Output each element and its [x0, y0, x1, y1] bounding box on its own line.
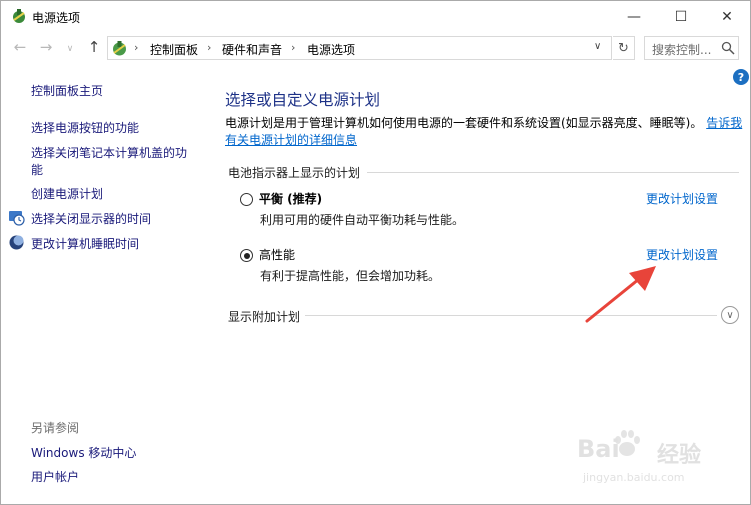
additional-plans-heading[interactable]: 显示附加计划 — [228, 308, 300, 325]
see-also-heading: 另请参阅 — [31, 421, 80, 435]
forward-button[interactable]: → — [37, 38, 55, 56]
sidebar-item-control-panel-home[interactable]: 控制面板主页 — [31, 82, 103, 99]
search-box[interactable]: 搜索控制... — [644, 36, 739, 60]
breadcrumb-hardware-sound[interactable]: 硬件和声音 — [222, 41, 282, 58]
section-divider — [367, 172, 739, 173]
arrow-left-icon: ← — [13, 38, 27, 56]
minimize-button[interactable]: — — [611, 1, 657, 32]
sidebar-item-lid-close[interactable]: 选择关闭笔记本计算机盖的功 — [31, 144, 187, 161]
plan-balanced-name[interactable]: 平衡 (推荐) — [259, 190, 322, 207]
expand-additional-plans-button[interactable]: ∨ — [721, 306, 739, 324]
refresh-button[interactable]: ↻ — [613, 36, 635, 60]
breadcrumb-power-options[interactable]: 电源选项 — [307, 41, 355, 58]
control-panel-icon — [113, 41, 126, 56]
annotation-arrow-icon — [585, 266, 656, 323]
tell-me-link[interactable]: 告诉我 — [706, 116, 742, 130]
window-title: 电源选项 — [32, 11, 81, 25]
sidebar-item-sleep-time[interactable]: 更改计算机睡眠时间 — [31, 235, 139, 252]
maximize-button[interactable]: ☐ — [658, 1, 704, 32]
plan-balanced-change-settings-link[interactable]: 更改计划设置 — [646, 190, 718, 207]
page-title: 选择或自定义电源计划 — [225, 91, 381, 109]
address-dropdown-icon[interactable]: ∨ — [594, 41, 601, 52]
watermark-brand: Bai — [577, 435, 620, 463]
breadcrumb-separator: › — [134, 41, 139, 54]
watermark-url: jingyan.baidu.com — [583, 471, 685, 484]
search-icon — [721, 41, 735, 55]
description-text: 电源计划是用于管理计算机如何使用电源的一套硬件和系统设置(如显示器亮度、睡眠等)… — [225, 116, 703, 130]
plan-balanced-description: 利用可用的硬件自动平衡功耗与性能。 — [260, 213, 465, 227]
sidebar-item-create-plan[interactable]: 创建电源计划 — [31, 185, 103, 202]
page-description: 电源计划是用于管理计算机如何使用电源的一套硬件和系统设置(如显示器亮度、睡眠等)… — [225, 115, 742, 131]
see-also-user-accounts[interactable]: 用户帐户 — [31, 468, 79, 485]
breadcrumb-control-panel[interactable]: 控制面板 — [150, 41, 198, 58]
sidebar-item-power-buttons[interactable]: 选择电源按钮的功能 — [31, 119, 139, 136]
power-options-icon — [13, 9, 25, 23]
watermark-brand-2: 经验 — [657, 443, 702, 468]
baidu-watermark: Bai 经验 jingyan.baidu.com — [573, 423, 743, 493]
refresh-icon: ↻ — [618, 40, 629, 56]
power-plan-details-link[interactable]: 有关电源计划的详细信息 — [225, 131, 357, 148]
breadcrumb-separator[interactable]: › — [291, 41, 295, 54]
plan-high-performance-description: 有利于提高性能，但会增加功耗。 — [260, 269, 441, 283]
sidebar-item-lid-close-cont[interactable]: 能 — [31, 161, 43, 178]
recent-locations-button[interactable]: ∨ — [61, 40, 79, 58]
power-options-window: 电源选项 — ☐ ✕ ← → ∨ ↑ › 控制面板 › 硬件和声音 › 电源选项… — [0, 0, 751, 505]
plan-balanced-radio[interactable] — [240, 193, 253, 206]
plan-high-performance-radio[interactable] — [240, 249, 253, 262]
back-button[interactable]: ← — [11, 38, 29, 56]
sidebar-item-display-off[interactable]: 选择关闭显示器的时间 — [31, 210, 151, 227]
help-button[interactable]: ? — [733, 69, 749, 85]
battery-plans-heading: 电池指示器上显示的计划 — [228, 166, 361, 180]
up-button[interactable]: ↑ — [85, 38, 103, 56]
title-bar: 电源选项 — ☐ ✕ — [1, 1, 750, 32]
chevron-down-icon: ∨ — [726, 309, 734, 321]
plan-high-performance-change-settings-link[interactable]: 更改计划设置 — [646, 246, 718, 263]
display-clock-icon — [9, 211, 25, 226]
address-bar[interactable]: › 控制面板 › 硬件和声音 › 电源选项 ∨ — [107, 36, 612, 60]
see-also-mobility-center[interactable]: Windows 移动中心 — [31, 444, 136, 461]
close-button[interactable]: ✕ — [704, 1, 750, 32]
navigation-bar: ← → ∨ ↑ › 控制面板 › 硬件和声音 › 电源选项 ∨ ↻ 搜索控制..… — [1, 34, 750, 62]
plan-high-performance-name[interactable]: 高性能 — [259, 246, 295, 263]
chevron-down-icon: ∨ — [66, 44, 74, 54]
arrow-up-icon: ↑ — [87, 38, 101, 56]
sleep-moon-icon — [9, 235, 24, 250]
search-input[interactable]: 搜索控制... — [652, 41, 711, 58]
arrow-right-icon: → — [39, 38, 53, 56]
breadcrumb-separator[interactable]: › — [207, 41, 211, 54]
